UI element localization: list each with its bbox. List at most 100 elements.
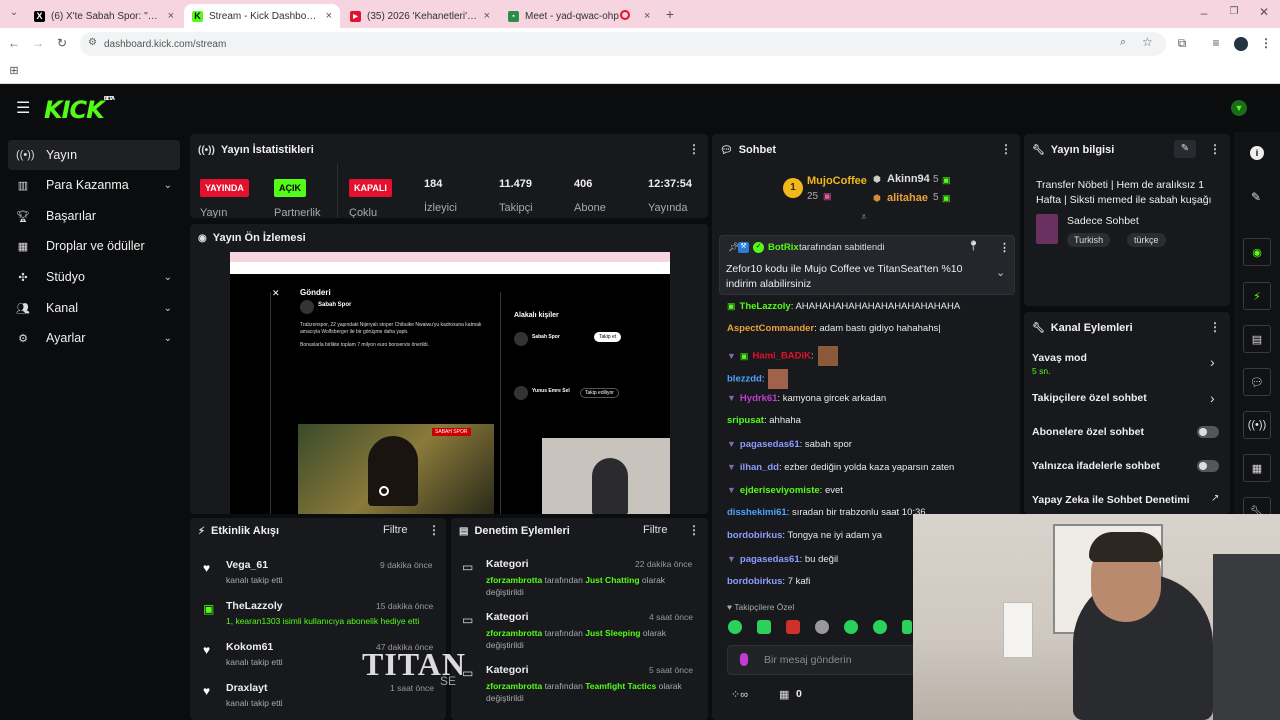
extensions-icon[interactable]: ⧉ (1174, 36, 1190, 51)
chat-username[interactable]: bordobirkus (727, 576, 782, 587)
slow-mode-row[interactable]: Yavaş mod 5 sn. › (1032, 352, 1222, 382)
stream-category[interactable]: Sadece Sohbet (1067, 215, 1139, 227)
close-tab-icon[interactable]: × (484, 10, 490, 22)
apps-grid-icon[interactable]: ⊞ (6, 64, 22, 77)
forward-icon[interactable]: → (30, 36, 46, 50)
chat-settings-icon[interactable]: ⁘∞ (731, 688, 748, 701)
emote-icon[interactable] (902, 620, 912, 634)
sidebar-item-ayarlar[interactable]: ⚙ Ayarlar ⌄ (8, 323, 180, 353)
rail-bolt-icon[interactable]: ⚡︎ (1243, 282, 1271, 310)
kick-logo[interactable]: KICKBETA (44, 96, 115, 124)
mod-user[interactable]: zforzambrotta (486, 681, 542, 691)
pinned-user[interactable]: BotRix (768, 242, 799, 253)
ai-moderation-label[interactable]: Yapay Zeka ile Sohbet Denetimi (1032, 494, 1190, 506)
emote-only-toggle[interactable] (1197, 460, 1219, 472)
tag-turkce[interactable]: türkçe (1127, 233, 1166, 247)
emote-icon[interactable] (873, 620, 887, 634)
mod-user[interactable]: zforzambrotta (486, 628, 542, 638)
rail-preview-icon[interactable]: ◉ (1243, 238, 1271, 266)
chat-username[interactable]: ilhan_dd (740, 462, 779, 473)
sidebar-item-para-kazanma[interactable]: ▥ Para Kazanma ⌄ (8, 170, 180, 200)
reload-icon[interactable]: ↻ (54, 36, 70, 50)
sidebar-item-basarilar[interactable]: 🏆︎ Başarılar (8, 201, 180, 231)
pinned-menu-icon[interactable]: ⋮ (999, 241, 1010, 254)
close-tab-icon[interactable]: × (168, 10, 174, 22)
restore-icon[interactable]: ❐ (1226, 6, 1242, 17)
activity-menu-icon[interactable]: ⋮ (428, 523, 440, 537)
microphone-icon[interactable] (740, 653, 748, 666)
chat-username[interactable]: pagasedas61 (740, 439, 800, 450)
sidebar-item-yayin[interactable]: ((•)) Yayın (8, 140, 180, 170)
sidebar-item-droplar[interactable]: ▦ Droplar ve ödüller (8, 231, 180, 261)
chat-username[interactable]: disshekimi61 (727, 507, 787, 518)
rail-clipboard-icon[interactable]: ▤ (1243, 325, 1271, 353)
chevron-down-icon[interactable]: ⌄ (996, 266, 1005, 279)
activity-name[interactable]: TheLazzoly (226, 600, 283, 612)
activity-filter-button[interactable]: Filtre (383, 524, 407, 536)
close-tab-icon[interactable]: × (644, 10, 650, 22)
chat-username[interactable]: sripusat (727, 415, 764, 426)
close-tab-icon[interactable]: × (326, 10, 332, 22)
site-info-icon[interactable]: ⚙ (88, 37, 97, 48)
chat-menu-icon[interactable]: ⋮ (1000, 142, 1012, 156)
stream-preview-video[interactable]: ✕ Gönderi Sabah Spor Trabzonspor, 22 yaş… (230, 252, 670, 514)
channel-actions-menu-icon[interactable]: ⋮ (1209, 320, 1221, 334)
stream-info-menu-icon[interactable]: ⋮ (1209, 142, 1221, 156)
subscribers-only-toggle[interactable] (1197, 426, 1219, 438)
zoom-icon[interactable]: ⌕ (1120, 36, 1126, 49)
stats-menu-icon[interactable]: ⋮ (688, 142, 700, 156)
chat-username[interactable]: pagasedas61 (740, 554, 800, 565)
rail-broadcast-icon[interactable]: ((•)) (1243, 411, 1271, 439)
moderation-filter-button[interactable]: Filtre (643, 524, 667, 536)
emote-icon[interactable] (844, 620, 858, 634)
top-gifter-name[interactable]: MujoCoffee (807, 175, 867, 187)
chat-input[interactable]: Bir mesaj gönderin (727, 645, 917, 675)
chat-username[interactable]: ejderiseviyomiste (740, 485, 820, 496)
emote-icon[interactable] (728, 620, 742, 634)
tab-kick-dashboard[interactable]: K Stream - Kick Dashboard × (184, 4, 340, 28)
rail-layout-icon[interactable]: ▦ (1243, 454, 1271, 482)
close-window-icon[interactable]: ✕ (1256, 5, 1272, 19)
back-icon[interactable]: ← (6, 36, 22, 50)
user-avatar[interactable]: ▼ (1231, 100, 1247, 116)
gifter-3-name[interactable]: alitahae (887, 192, 928, 204)
tag-turkish[interactable]: Turkish (1067, 233, 1111, 247)
mod-user[interactable]: zforzambrotta (486, 575, 542, 585)
moderation-menu-icon[interactable]: ⋮ (688, 523, 700, 537)
info-icon[interactable]: i (1250, 146, 1264, 160)
minimize-icon[interactable]: – (1196, 6, 1212, 20)
sidebar-item-studyo[interactable]: ✣ Stüdyo ⌄ (8, 262, 180, 292)
chat-username[interactable]: bordobirkus (727, 530, 782, 541)
browser-menu-icon[interactable]: ⋮ (1258, 36, 1274, 50)
chat-username[interactable]: Hami_BADiK (752, 351, 811, 362)
edit-pencil-icon[interactable]: ✎ (1174, 140, 1196, 158)
gift-icon[interactable]: ▦ (779, 688, 789, 701)
edit-pencil-icon[interactable]: ✎ (1251, 190, 1261, 204)
profile-avatar[interactable] (1234, 37, 1248, 51)
external-link-icon[interactable]: ↗ (1211, 493, 1219, 504)
tab-youtube[interactable]: ▶ (35) 2026 'Kehanetleri' | Erdem A × (342, 4, 498, 28)
unpin-icon[interactable]: 📍︎ (967, 241, 980, 252)
tab-search-icon[interactable]: ⌄ (6, 7, 22, 18)
chat-username[interactable]: AspectCommander (727, 323, 814, 334)
url-field[interactable]: ⚙ dashboard.kick.com/stream ⌕ ☆ (80, 32, 1166, 56)
media-icon[interactable]: ≡ (1208, 36, 1224, 50)
emote-icon[interactable] (815, 620, 829, 634)
tab-x-sabahspor[interactable]: X (6) X'te Sabah Spor: "Trabzonsp × (26, 4, 182, 28)
collapse-leaderboard-icon[interactable]: ⩡ (861, 212, 867, 223)
bookmark-star-icon[interactable]: ☆ (1142, 35, 1153, 49)
new-tab-icon[interactable]: + (662, 6, 678, 22)
activity-name[interactable]: Draxlayt (226, 682, 267, 694)
chat-username[interactable]: blezzdd (727, 374, 762, 385)
hamburger-menu-icon[interactable]: ☰ (16, 98, 30, 118)
sidebar-item-kanal[interactable]: 👥︎ Kanal ⌄ (8, 293, 180, 323)
tab-meet[interactable]: ▪ Meet - yad-qwac-ohp × (500, 4, 656, 28)
activity-name[interactable]: Kokom61 (226, 641, 273, 653)
gifter-2-name[interactable]: Akinn94 (887, 173, 930, 185)
emote-icon[interactable] (786, 620, 800, 634)
rail-chat-icon[interactable]: 💬︎ (1243, 368, 1271, 396)
chat-username[interactable]: Hydrk61 (740, 393, 778, 404)
followers-only-chat-row[interactable]: Takipçilere özel sohbet › (1032, 390, 1222, 412)
emote-icon[interactable] (757, 620, 771, 634)
chat-username[interactable]: TheLazzoly (740, 301, 791, 312)
